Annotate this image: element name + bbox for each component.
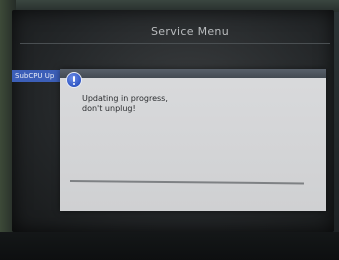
page-title: Service Menu bbox=[151, 25, 229, 38]
info-icon bbox=[66, 72, 82, 88]
dialog-message-line-2: don't unplug! bbox=[82, 104, 136, 113]
title-divider bbox=[20, 43, 330, 44]
dialog-message-line-1: Updating in progress, bbox=[82, 94, 168, 103]
dialog-header-bar bbox=[60, 69, 326, 78]
menu-item-subcpu-update[interactable]: SubCPU Up bbox=[12, 70, 67, 82]
update-dialog bbox=[60, 69, 326, 211]
dialog-message: Updating in progress, don't unplug! bbox=[82, 94, 282, 114]
tv-bezel-bottom bbox=[0, 232, 339, 260]
